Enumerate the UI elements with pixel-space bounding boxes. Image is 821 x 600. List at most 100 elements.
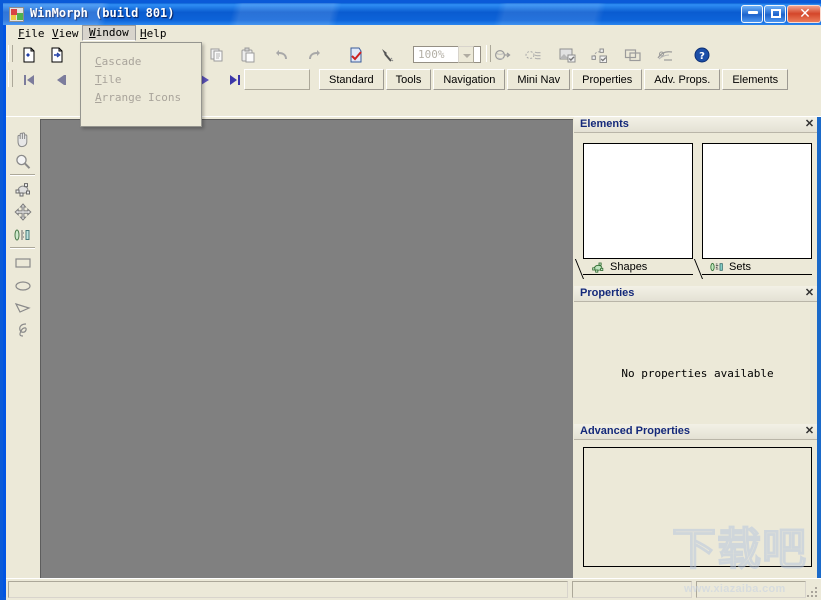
ellipse-tool[interactable] (10, 274, 35, 297)
window-title: WinMorph (build 801) (30, 6, 175, 20)
warp-button[interactable] (523, 44, 545, 65)
menu-view[interactable]: View (46, 26, 85, 41)
app-icon (9, 7, 24, 22)
polyline-icon (14, 302, 31, 313)
minimize-button[interactable] (741, 5, 763, 23)
elements-tab-shapes[interactable]: Shapes (583, 259, 693, 275)
move-arrows-icon (13, 202, 32, 221)
skip-to-end-icon (230, 74, 240, 85)
menu-item-arrange-icons[interactable]: Arrange Icons (95, 89, 181, 107)
morph-button[interactable] (492, 44, 514, 65)
warp-waves-icon (525, 50, 541, 59)
rectangle-tool[interactable] (10, 251, 35, 274)
advanced-properties-panel-title: Advanced Properties (580, 425, 691, 437)
elements-panel-close-button[interactable]: ✕ (804, 118, 815, 130)
sets-list-box[interactable] (702, 143, 812, 259)
new-project-button[interactable] (18, 44, 40, 65)
copy-button[interactable] (206, 44, 228, 65)
menu-item-tile[interactable]: Tile (95, 71, 122, 89)
paste-button[interactable] (237, 44, 259, 65)
sets-icon (710, 262, 723, 272)
tab-adv-props[interactable]: Adv. Props. (644, 69, 721, 90)
checked-page-icon (350, 47, 362, 62)
last-frame-button[interactable] (224, 69, 246, 90)
open-document-icon (51, 47, 63, 62)
rectangle-icon (14, 257, 31, 268)
zoom-tool[interactable] (10, 150, 35, 173)
sets-icon (14, 229, 29, 240)
menu-help[interactable]: Help (134, 26, 173, 41)
hand-icon (17, 131, 27, 147)
close-button[interactable]: ✕ (787, 5, 821, 23)
pan-tool[interactable] (10, 127, 35, 150)
shape-tool[interactable] (10, 177, 35, 200)
set-tool[interactable] (10, 223, 35, 246)
tab-elements[interactable]: Elements (722, 69, 789, 90)
layers-button[interactable] (622, 44, 644, 65)
menu-file[interactable]: File (12, 26, 51, 41)
close-icon: ✕ (799, 6, 811, 22)
client-inner: File View Window Help 100% ? Standard To… (6, 25, 821, 598)
elements-panel-title: Elements (580, 118, 629, 130)
application-window: WinMorph (build 801) ✕ File View Window … (0, 0, 821, 600)
preview-button[interactable] (654, 44, 676, 65)
step-back-icon (57, 74, 66, 85)
ellipse-icon (14, 280, 31, 291)
mesh-check-button[interactable] (589, 44, 611, 65)
shapes-list-box[interactable] (583, 143, 693, 259)
menu-window[interactable]: Window (82, 25, 136, 41)
render-button[interactable] (345, 44, 367, 65)
right-dock: Elements ✕ Shapes Sets Properties ✕ No p… (574, 117, 821, 578)
paste-icon (241, 47, 255, 62)
status-bar (6, 578, 821, 600)
redo-arrow-icon (309, 49, 320, 59)
tab-tools[interactable]: Tools (385, 69, 432, 90)
redo-button[interactable] (303, 44, 325, 65)
dock-scrollbar[interactable] (817, 117, 821, 578)
window-frame: WinMorph (build 801) ✕ File View Window … (0, 0, 821, 600)
preview-scene-icon (657, 50, 673, 61)
image-settings-button[interactable] (557, 44, 579, 65)
advanced-properties-panel-close-button[interactable]: ✕ (804, 425, 815, 437)
tool-palette (6, 119, 40, 578)
svg-text:?: ? (699, 51, 705, 62)
menu-bar: File View Window Help (6, 25, 821, 43)
properties-panel-body: No properties available (574, 302, 821, 423)
title-bar: WinMorph (build 801) ✕ (3, 3, 821, 25)
elements-panel-body: Shapes Sets (574, 133, 821, 277)
tools-button[interactable] (376, 44, 398, 65)
polyline-tool[interactable] (10, 296, 35, 319)
previous-frame-button[interactable] (49, 69, 71, 90)
open-project-button[interactable] (46, 44, 68, 65)
properties-empty-message: No properties available (621, 367, 774, 380)
elements-tab-sets[interactable]: Sets (702, 259, 812, 275)
move-tool[interactable] (10, 200, 35, 223)
mdi-client-area[interactable] (39, 119, 574, 598)
zoom-dropdown-button[interactable] (458, 46, 474, 63)
first-frame-button[interactable] (18, 69, 40, 90)
window-menu-dropdown: Cascade Tile Arrange Icons (80, 42, 202, 127)
toolbar-tab-strip: Standard Tools Navigation Mini Nav Prope… (319, 69, 790, 91)
properties-panel-close-button[interactable]: ✕ (804, 287, 815, 299)
magnifier-icon (15, 154, 30, 169)
properties-panel: Properties ✕ No properties available (574, 286, 821, 423)
advanced-properties-list-box[interactable] (583, 447, 812, 567)
help-button[interactable]: ? (691, 44, 713, 65)
tab-mini-nav[interactable]: Mini Nav (507, 69, 571, 90)
document-canvas[interactable] (40, 119, 573, 598)
elements-tab-shapes-label: Shapes (610, 261, 648, 273)
curve-tool[interactable] (10, 318, 35, 341)
undo-arrow-icon (276, 49, 287, 59)
morph-ball-icon (494, 49, 511, 60)
menu-item-cascade[interactable]: Cascade (95, 53, 141, 71)
maximize-button[interactable] (764, 5, 786, 23)
tab-standard[interactable]: Standard (319, 69, 384, 90)
undo-button[interactable] (271, 44, 293, 65)
resize-grip-icon[interactable] (805, 585, 819, 599)
tab-navigation[interactable]: Navigation (433, 69, 506, 90)
hammer-icon (382, 48, 394, 62)
advanced-properties-panel-body (574, 440, 821, 578)
image-check-icon (559, 48, 576, 62)
tab-properties[interactable]: Properties (572, 69, 643, 90)
shape-nodes-icon (15, 182, 30, 196)
